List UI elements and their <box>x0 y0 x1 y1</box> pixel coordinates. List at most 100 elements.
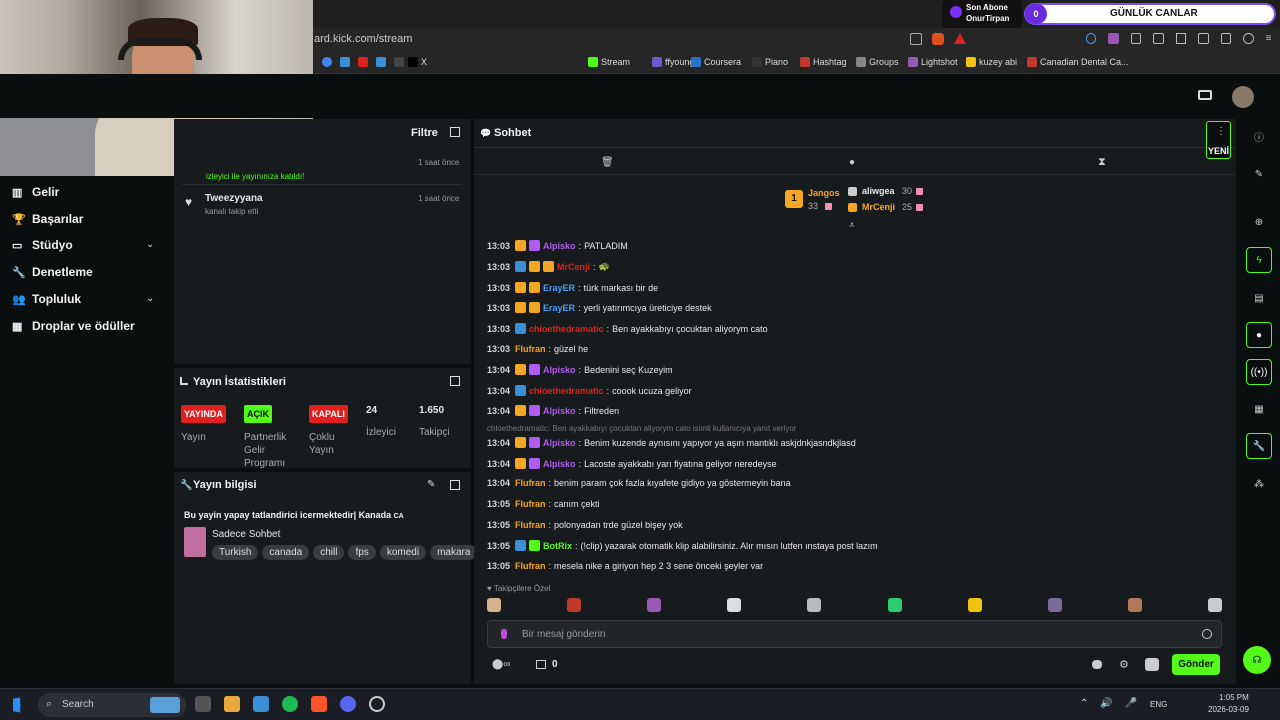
message-username[interactable]: Flufran <box>515 520 546 530</box>
hourglass-icon[interactable]: ⧗ <box>1098 156 1106 169</box>
chat-message[interactable]: 13:05 Flufran: canım çekti <box>487 499 600 509</box>
popout-icon[interactable] <box>450 480 460 490</box>
windows-start-icon[interactable] <box>13 697 21 713</box>
bookmark-item[interactable]: X <box>408 57 427 67</box>
spotify-icon[interactable] <box>282 696 298 712</box>
sidebar-item-başarılar[interactable]: 🏆 Başarılar <box>12 212 83 226</box>
popout-icon[interactable] <box>450 127 460 137</box>
brave-icon[interactable] <box>311 696 327 712</box>
apps-icon[interactable]: ⁂ <box>1246 471 1272 497</box>
bookmark-item[interactable]: Stream <box>588 57 630 67</box>
message-username[interactable]: Alpisko <box>543 459 576 469</box>
collapse-icon[interactable]: ⩡ <box>849 220 855 231</box>
message-username[interactable]: chloethedramatic <box>529 324 604 334</box>
emote-picker-icon[interactable] <box>1145 658 1159 671</box>
message-username[interactable]: Alpisko <box>543 241 576 251</box>
emoji-icon[interactable] <box>1202 629 1212 639</box>
brave-shield-icon[interactable] <box>932 33 944 45</box>
tag-chip[interactable]: fps <box>348 545 376 560</box>
tag-chip[interactable]: chill <box>313 545 345 560</box>
chat-message[interactable]: 13:03 Flufran: güzel he <box>487 344 588 354</box>
tag-chip[interactable]: makara <box>430 545 478 560</box>
extension-icon[interactable] <box>1108 33 1119 44</box>
chat-message[interactable]: 13:05 BotRix: (!clip) yazarak otomatik kli… <box>487 540 878 551</box>
target-icon[interactable]: ⊕ <box>1246 209 1272 235</box>
avatar[interactable] <box>1232 86 1254 108</box>
emote-icon[interactable] <box>727 598 742 612</box>
shield-icon[interactable] <box>1243 33 1254 44</box>
message-username[interactable]: Alpisko <box>543 438 576 448</box>
popout-icon[interactable] <box>450 376 460 386</box>
menu-icon[interactable]: ≡ <box>1266 33 1276 44</box>
bookmark-item[interactable]: Groups <box>856 57 899 67</box>
send-button[interactable]: Gönder <box>1172 654 1220 675</box>
emote-icon[interactable] <box>487 598 501 612</box>
chat-message[interactable]: 13:03 MrCenji: 🐢 <box>487 261 610 272</box>
leaderboard-name[interactable]: MrCenji <box>862 202 895 212</box>
emote-icon[interactable] <box>647 598 662 612</box>
tray-chevron-icon[interactable]: ⌃ <box>1080 698 1088 709</box>
message-username[interactable]: ErayER <box>543 283 575 293</box>
bookmark-icon[interactable] <box>394 57 404 67</box>
leaderboard-name[interactable]: aliwgea <box>862 186 895 196</box>
message-username[interactable]: Flufran <box>515 478 546 488</box>
gear-icon[interactable]: ⚙ <box>1119 658 1129 671</box>
lightning-icon[interactable]: ϟ <box>1246 247 1272 273</box>
sidebar-item-topluluk[interactable]: 👥 Topluluk <box>12 292 81 306</box>
message-username[interactable]: BotRix <box>543 541 572 551</box>
bookmark-item[interactable]: Hashtag <box>800 57 847 67</box>
wrench-icon[interactable]: 🔧 <box>1246 433 1272 459</box>
share-icon[interactable] <box>910 33 922 45</box>
message-username[interactable]: ErayER <box>543 303 575 313</box>
emote-icon[interactable] <box>967 598 982 612</box>
leaderboard-name[interactable]: Jangos <box>808 188 840 198</box>
emote-icon[interactable] <box>807 598 822 612</box>
info-icon[interactable]: ⓘ <box>1246 123 1272 149</box>
bookmark-item[interactable]: Canadian Dental Ca... <box>1027 57 1129 67</box>
clock-time[interactable]: 1:05 PM <box>1219 693 1249 702</box>
chat-message[interactable]: 13:04 chloethedramatic: coook ucuza geliyo… <box>487 385 692 396</box>
layout-icon[interactable]: ▦ <box>1246 396 1272 422</box>
wallet-icon[interactable] <box>1198 33 1209 44</box>
chat-message[interactable]: 13:03 Alpisko: PATLADIM <box>487 240 628 251</box>
chat-menu-button[interactable]: ⋮ YENİ <box>1206 121 1231 159</box>
sidebar-item-stüdyo[interactable]: ▭ Stüdyo <box>12 238 73 252</box>
chevron-down-icon[interactable]: ⌄ <box>146 293 154 304</box>
task-view-icon[interactable] <box>195 696 211 712</box>
extension-icon[interactable] <box>1130 33 1142 44</box>
chat-icon[interactable]: ● <box>849 157 855 168</box>
trash-icon[interactable]: 🗑 <box>601 157 614 168</box>
chat-message[interactable]: 13:04 Alpisko: Benim kuzende aynısını yapı… <box>487 437 856 448</box>
chat-message[interactable]: 13:03 ErayER: türk markası bir de <box>487 282 658 293</box>
chat-message[interactable]: 13:04 Alpisko: Lacoste ayakkabı yarı fiyat… <box>487 458 777 469</box>
bookmark-icon[interactable] <box>340 57 350 67</box>
chat-icon[interactable]: ● <box>1246 322 1272 348</box>
google-icon[interactable] <box>322 57 332 67</box>
message-username[interactable]: Flufran <box>515 344 546 354</box>
follower-name[interactable]: Tweezyyana <box>205 193 263 204</box>
extension-icon[interactable] <box>1086 33 1097 44</box>
message-username[interactable]: Alpisko <box>543 365 576 375</box>
category-name[interactable]: Sadece Sohbet <box>212 529 280 540</box>
extension-icon[interactable] <box>1153 33 1164 44</box>
tag-chip[interactable]: canada <box>262 545 310 560</box>
bookmark-item[interactable]: ffyoung <box>652 57 694 67</box>
filter-button[interactable]: Filtre <box>411 127 438 139</box>
discord-icon[interactable] <box>340 696 356 712</box>
language-indicator[interactable]: ENG <box>1150 700 1167 709</box>
chat-message[interactable]: 13:05 Flufran: polonyadan trde güzel bişey… <box>487 520 683 530</box>
store-icon[interactable] <box>536 660 546 669</box>
file-explorer-icon[interactable] <box>224 696 240 712</box>
emote-icon[interactable] <box>567 598 582 612</box>
message-username[interactable]: Alpisko <box>543 406 576 416</box>
tag-chip[interactable]: komedi <box>379 545 427 560</box>
chevron-down-icon[interactable]: ⌄ <box>146 239 154 250</box>
tag-chip[interactable]: Turkish <box>212 545 259 560</box>
obs-icon[interactable] <box>369 696 385 712</box>
chat-message[interactable]: 13:03 chloethedramatic: Ben ayakkabıyı çoc… <box>487 323 768 334</box>
emote-icon[interactable] <box>1047 598 1062 612</box>
drops-icon[interactable]: ⬤∞ <box>492 659 510 670</box>
emote-icon[interactable] <box>887 598 902 612</box>
chat-message[interactable]: 13:04 Alpisko: Bedenini seç Kuzeyim <box>487 364 673 375</box>
youtube-icon[interactable] <box>358 57 368 67</box>
